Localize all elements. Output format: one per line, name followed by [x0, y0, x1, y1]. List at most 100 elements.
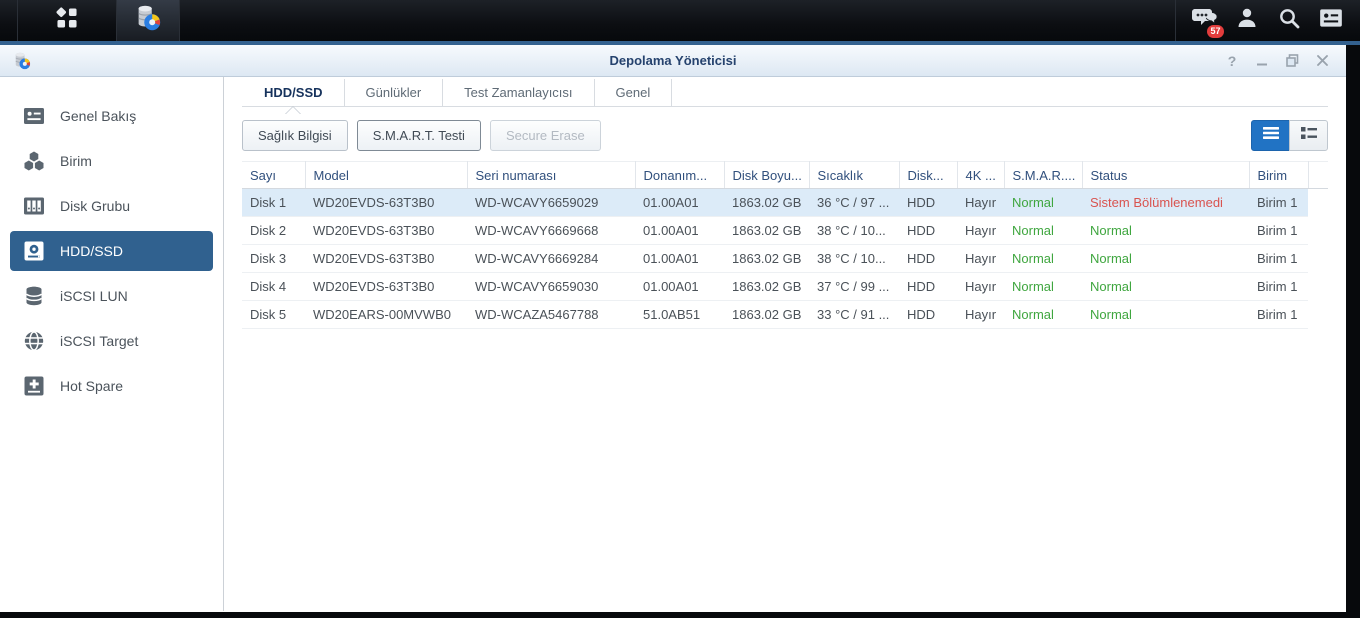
cell-smart: Normal: [1004, 245, 1082, 273]
cell-serial: WD-WCAVY6669668: [467, 217, 635, 245]
window-title: Depolama Yöneticisi: [0, 53, 1346, 68]
user-icon: [1235, 6, 1259, 35]
column-header-disk-[interactable]: Disk...: [899, 162, 957, 189]
cell-filler: [1308, 217, 1328, 245]
toolbar: Sağlık Bilgisi S.M.A.R.T. Testi Secure Era…: [242, 120, 1328, 151]
column-header-s-m-a-r-[interactable]: S.M.A.R....: [1004, 162, 1082, 189]
sidebar-item-genel-bak-[interactable]: Genel Bakış: [10, 96, 213, 136]
window-app-icon: [12, 51, 32, 71]
cell-type: HDD: [899, 189, 957, 217]
column-header-model[interactable]: Model: [305, 162, 467, 189]
column-header-birim[interactable]: Birim: [1249, 162, 1308, 189]
cell-firmware: 01.00A01: [635, 217, 724, 245]
cell-temperature: 38 °C / 10...: [809, 245, 899, 273]
tab-g-nl-kler[interactable]: Günlükler: [345, 79, 444, 106]
sidebar-item-iscsi-target[interactable]: iSCSI Target: [10, 321, 213, 361]
cell-temperature: 38 °C / 10...: [809, 217, 899, 245]
close-button[interactable]: [1314, 53, 1330, 69]
cell-size: 1863.02 GB: [724, 301, 809, 329]
s-m-a-r-t-testi-button[interactable]: S.M.A.R.T. Testi: [357, 120, 481, 151]
cell-serial: WD-WCAZA5467788: [467, 301, 635, 329]
list-view-button[interactable]: [1251, 120, 1290, 151]
sidebar-item-iscsi-lun[interactable]: iSCSI LUN: [10, 276, 213, 316]
cell-model: WD20EVDS-63T3B0: [305, 217, 467, 245]
detail-view-button[interactable]: [1289, 120, 1328, 151]
table-row-disk-5[interactable]: Disk 5WD20EARS-00MVWB0WD-WCAZA546778851.…: [242, 301, 1328, 329]
cell-size: 1863.02 GB: [724, 217, 809, 245]
table-row-disk-2[interactable]: Disk 2WD20EVDS-63T3B0WD-WCAVY666966801.0…: [242, 217, 1328, 245]
list-view-icon: [1261, 125, 1281, 146]
cell-serial: WD-WCAVY6669284: [467, 245, 635, 273]
cell-status: Normal: [1082, 301, 1249, 329]
iscsi-target-icon: [22, 329, 46, 353]
cell-four-k: Hayır: [957, 301, 1004, 329]
restore-button[interactable]: [1284, 53, 1300, 69]
cell-number: Disk 1: [242, 189, 305, 217]
column-header-s-cakl-k[interactable]: Sıcaklık: [809, 162, 899, 189]
sidebar-item-hot-spare[interactable]: Hot Spare: [10, 366, 213, 406]
cell-number: Disk 5: [242, 301, 305, 329]
taskbar: 57: [0, 0, 1360, 45]
sidebar-item-label: Disk Grubu: [60, 198, 130, 214]
sidebar-item-birim[interactable]: Birim: [10, 141, 213, 181]
sidebar: Genel Bakış Birim Disk Grubu HDD/SSD iSCSI L…: [0, 77, 224, 611]
column-header-4k-[interactable]: 4K ...: [957, 162, 1004, 189]
pilot-view-button[interactable]: [1310, 0, 1352, 41]
sa-l-k-bilgisi-button[interactable]: Sağlık Bilgisi: [242, 120, 348, 151]
iscsi-lun-icon: [22, 284, 46, 308]
sidebar-item-label: iSCSI LUN: [60, 288, 128, 304]
notifications-badge: 57: [1207, 25, 1224, 38]
taskbar-spacer: [0, 0, 18, 41]
sidebar-item-label: iSCSI Target: [60, 333, 138, 349]
table-row-disk-3[interactable]: Disk 3WD20EVDS-63T3B0WD-WCAVY666928401.0…: [242, 245, 1328, 273]
cell-filler: [1308, 301, 1328, 329]
titlebar: Depolama Yöneticisi ?: [0, 45, 1346, 77]
cell-number: Disk 2: [242, 217, 305, 245]
cell-model: WD20EVDS-63T3B0: [305, 189, 467, 217]
table-row-disk-4[interactable]: Disk 4WD20EVDS-63T3B0WD-WCAVY665903001.0…: [242, 273, 1328, 301]
storage-manager-icon: [133, 3, 163, 38]
cell-number: Disk 4: [242, 273, 305, 301]
cell-status: Normal: [1082, 217, 1249, 245]
tab-hdd-ssd[interactable]: HDD/SSD: [242, 79, 345, 106]
tab-genel[interactable]: Genel: [595, 79, 673, 106]
tab-test-zamanlay-c-s-[interactable]: Test Zamanlayıcısı: [443, 79, 594, 106]
cell-filler: [1308, 245, 1328, 273]
disk-group-icon: [22, 194, 46, 218]
cell-volume: Birim 1: [1249, 189, 1308, 217]
search-button[interactable]: [1268, 0, 1310, 41]
main-menu-button[interactable]: [18, 0, 117, 41]
table-row-disk-1[interactable]: Disk 1WD20EVDS-63T3B0WD-WCAVY665902901.0…: [242, 189, 1328, 217]
user-menu-button[interactable]: [1226, 0, 1268, 41]
search-icon: [1277, 6, 1301, 35]
cell-volume: Birim 1: [1249, 273, 1308, 301]
cell-model: WD20EARS-00MVWB0: [305, 301, 467, 329]
cell-firmware: 01.00A01: [635, 189, 724, 217]
cell-smart: Normal: [1004, 273, 1082, 301]
cell-serial: WD-WCAVY6659029: [467, 189, 635, 217]
sidebar-item-disk-grubu[interactable]: Disk Grubu: [10, 186, 213, 226]
cell-volume: Birim 1: [1249, 245, 1308, 273]
cell-firmware: 51.0AB51: [635, 301, 724, 329]
column-header-say-[interactable]: Sayı: [242, 162, 305, 189]
cell-firmware: 01.00A01: [635, 273, 724, 301]
taskbar-app-storage-manager[interactable]: [117, 0, 180, 41]
cell-temperature: 36 °C / 97 ...: [809, 189, 899, 217]
content-pane: HDD/SSDGünlüklerTest ZamanlayıcısıGenel …: [224, 77, 1346, 611]
cell-status: Normal: [1082, 273, 1249, 301]
column-header-donan-m-[interactable]: Donanım...: [635, 162, 724, 189]
cell-model: WD20EVDS-63T3B0: [305, 273, 467, 301]
cell-firmware: 01.00A01: [635, 245, 724, 273]
column-header-status[interactable]: Status: [1082, 162, 1249, 189]
column-header-seri-numaras-[interactable]: Seri numarası: [467, 162, 635, 189]
minimize-button[interactable]: [1254, 53, 1270, 69]
notifications-button[interactable]: 57: [1184, 0, 1226, 41]
cell-size: 1863.02 GB: [724, 189, 809, 217]
column-header-disk-boyu-[interactable]: Disk Boyu...: [724, 162, 809, 189]
cell-model: WD20EVDS-63T3B0: [305, 245, 467, 273]
cell-volume: Birim 1: [1249, 301, 1308, 329]
sidebar-item-hdd-ssd[interactable]: HDD/SSD: [10, 231, 213, 271]
secure-erase-button[interactable]: Secure Erase: [490, 120, 601, 151]
help-button[interactable]: ?: [1224, 53, 1240, 69]
hdd-icon: [22, 239, 46, 263]
